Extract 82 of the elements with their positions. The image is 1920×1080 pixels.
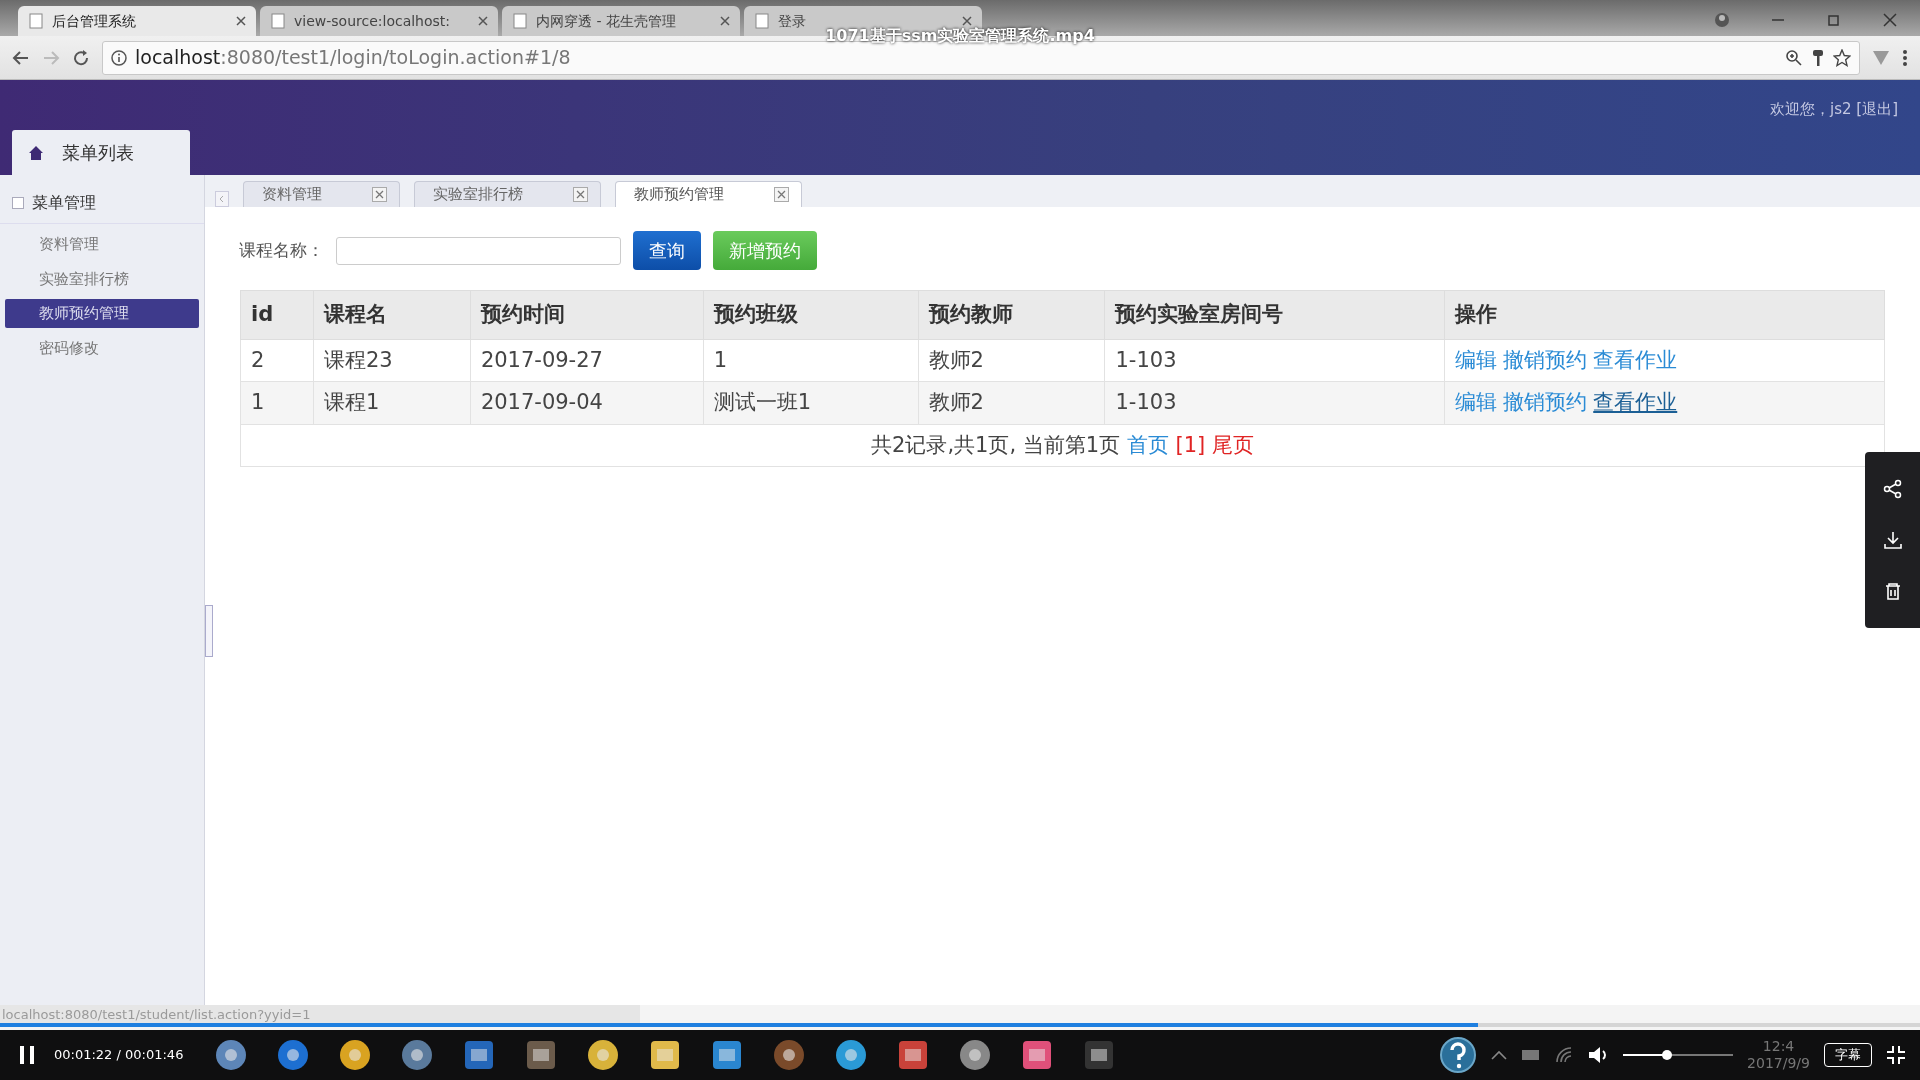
page-summary: 共2记录,共1页, 当前第1页 [871,432,1121,457]
field-label: 课程名称： [239,238,324,262]
column-header: 预约实验室房间号 [1104,290,1445,339]
first-page-link[interactable]: 首页 [1126,432,1169,457]
chevron-up-icon[interactable] [1491,1050,1508,1060]
battery-icon[interactable] [1521,1048,1542,1062]
reload-icon[interactable] [72,48,90,67]
table-cell: 测试一班1 [703,381,919,424]
browser-tab[interactable]: 内网穿透 - 花生壳管理 [502,6,740,36]
search-button[interactable]: 查询 [633,231,701,270]
table-cell: 课程1 [313,381,471,424]
clock-time: 12:4 [1761,1038,1796,1055]
menu-item[interactable]: 教师预约管理 [5,299,199,328]
share-icon[interactable] [1882,479,1903,500]
column-header: id [240,290,314,339]
download-icon[interactable] [1882,530,1903,550]
collapse-handle[interactable] [205,605,213,657]
table-cell: 1-103 [1104,339,1445,382]
progress-track[interactable] [0,1023,1920,1027]
browser-tab[interactable]: view-source:localhost: [260,6,498,36]
menu-item[interactable]: 资料管理 [5,230,199,259]
column-header: 预约时间 [470,290,704,339]
table-cell: 教师2 [918,339,1105,382]
course-name-field[interactable] [336,236,621,265]
column-header: 操作 [1444,290,1885,339]
page-icon [754,13,770,29]
action-link[interactable]: 撤销预约 [1503,347,1588,372]
back-icon[interactable] [12,48,30,67]
table-cell: 1 [703,339,919,382]
table-cell: 2017-09-04 [470,381,704,424]
welcome-text: 欢迎您，js2 [退出] [1770,99,1898,120]
table-cell: 1-103 [1104,381,1445,424]
subtitle-button[interactable]: 字幕 [1824,1043,1872,1067]
page-icon [512,13,528,29]
zoom-icon[interactable] [1785,48,1803,67]
pause-icon[interactable] [18,1045,36,1065]
user-icon[interactable] [1714,12,1730,28]
wifi-icon[interactable] [1555,1047,1574,1063]
playback-time: 00:01:22 / 00:01:46 [54,1046,184,1065]
volume-thumb[interactable] [1662,1050,1673,1060]
close-icon[interactable] [720,16,730,26]
restore-icon[interactable] [1826,12,1842,28]
close-icon[interactable] [1882,12,1898,28]
close-icon[interactable] [962,16,972,26]
more-icon[interactable] [1902,48,1908,67]
column-header: 课程名 [313,290,471,339]
menu-group[interactable]: 菜单管理 [32,191,96,215]
action-link[interactable]: 撤销预约 [1503,390,1588,414]
status-url: localhost:8080/test1/student/list.action?yyid=1 [0,1005,640,1023]
page-tab[interactable]: 资料管理 [243,181,400,207]
action-link[interactable]: 查看作业 [1593,347,1678,372]
last-page-link[interactable]: 尾页 [1211,432,1254,457]
star-icon[interactable] [1833,48,1851,67]
page-tab[interactable]: 教师预约管理 [615,181,802,207]
table-cell: 课程23 [313,339,471,382]
clock-date: 2017/9/9 [1747,1055,1810,1072]
page-icon [28,13,44,29]
exit-fullscreen-icon[interactable] [1886,1045,1906,1065]
current-page: [1] [1175,432,1206,457]
column-header: 预约教师 [918,290,1105,339]
action-link[interactable]: 编辑 [1455,390,1498,414]
close-icon[interactable] [236,16,246,26]
page-icon [270,13,286,29]
action-link[interactable]: 编辑 [1455,347,1498,372]
close-icon[interactable] [372,187,387,202]
info-icon [111,49,127,66]
browser-tab[interactable]: 后台管理系统 [18,6,256,36]
table-cell: 教师2 [918,381,1105,424]
home-icon [28,144,44,161]
table-cell: 2 [240,339,314,382]
table-cell: 1 [240,381,314,424]
menu-item[interactable]: 实验室排行榜 [5,264,199,293]
menu-title: 菜单列表 [62,141,134,165]
help-icon[interactable] [1439,1036,1478,1074]
column-header: 预约班级 [703,290,919,339]
page-tab[interactable]: 实验室排行榜 [414,181,601,207]
close-icon[interactable] [478,16,488,26]
table-cell: 2017-09-27 [470,339,704,382]
close-icon[interactable] [573,187,588,202]
close-icon[interactable] [774,187,789,202]
menu-item[interactable]: 密码修改 [5,333,199,362]
action-link[interactable]: 查看作业 [1593,390,1678,414]
